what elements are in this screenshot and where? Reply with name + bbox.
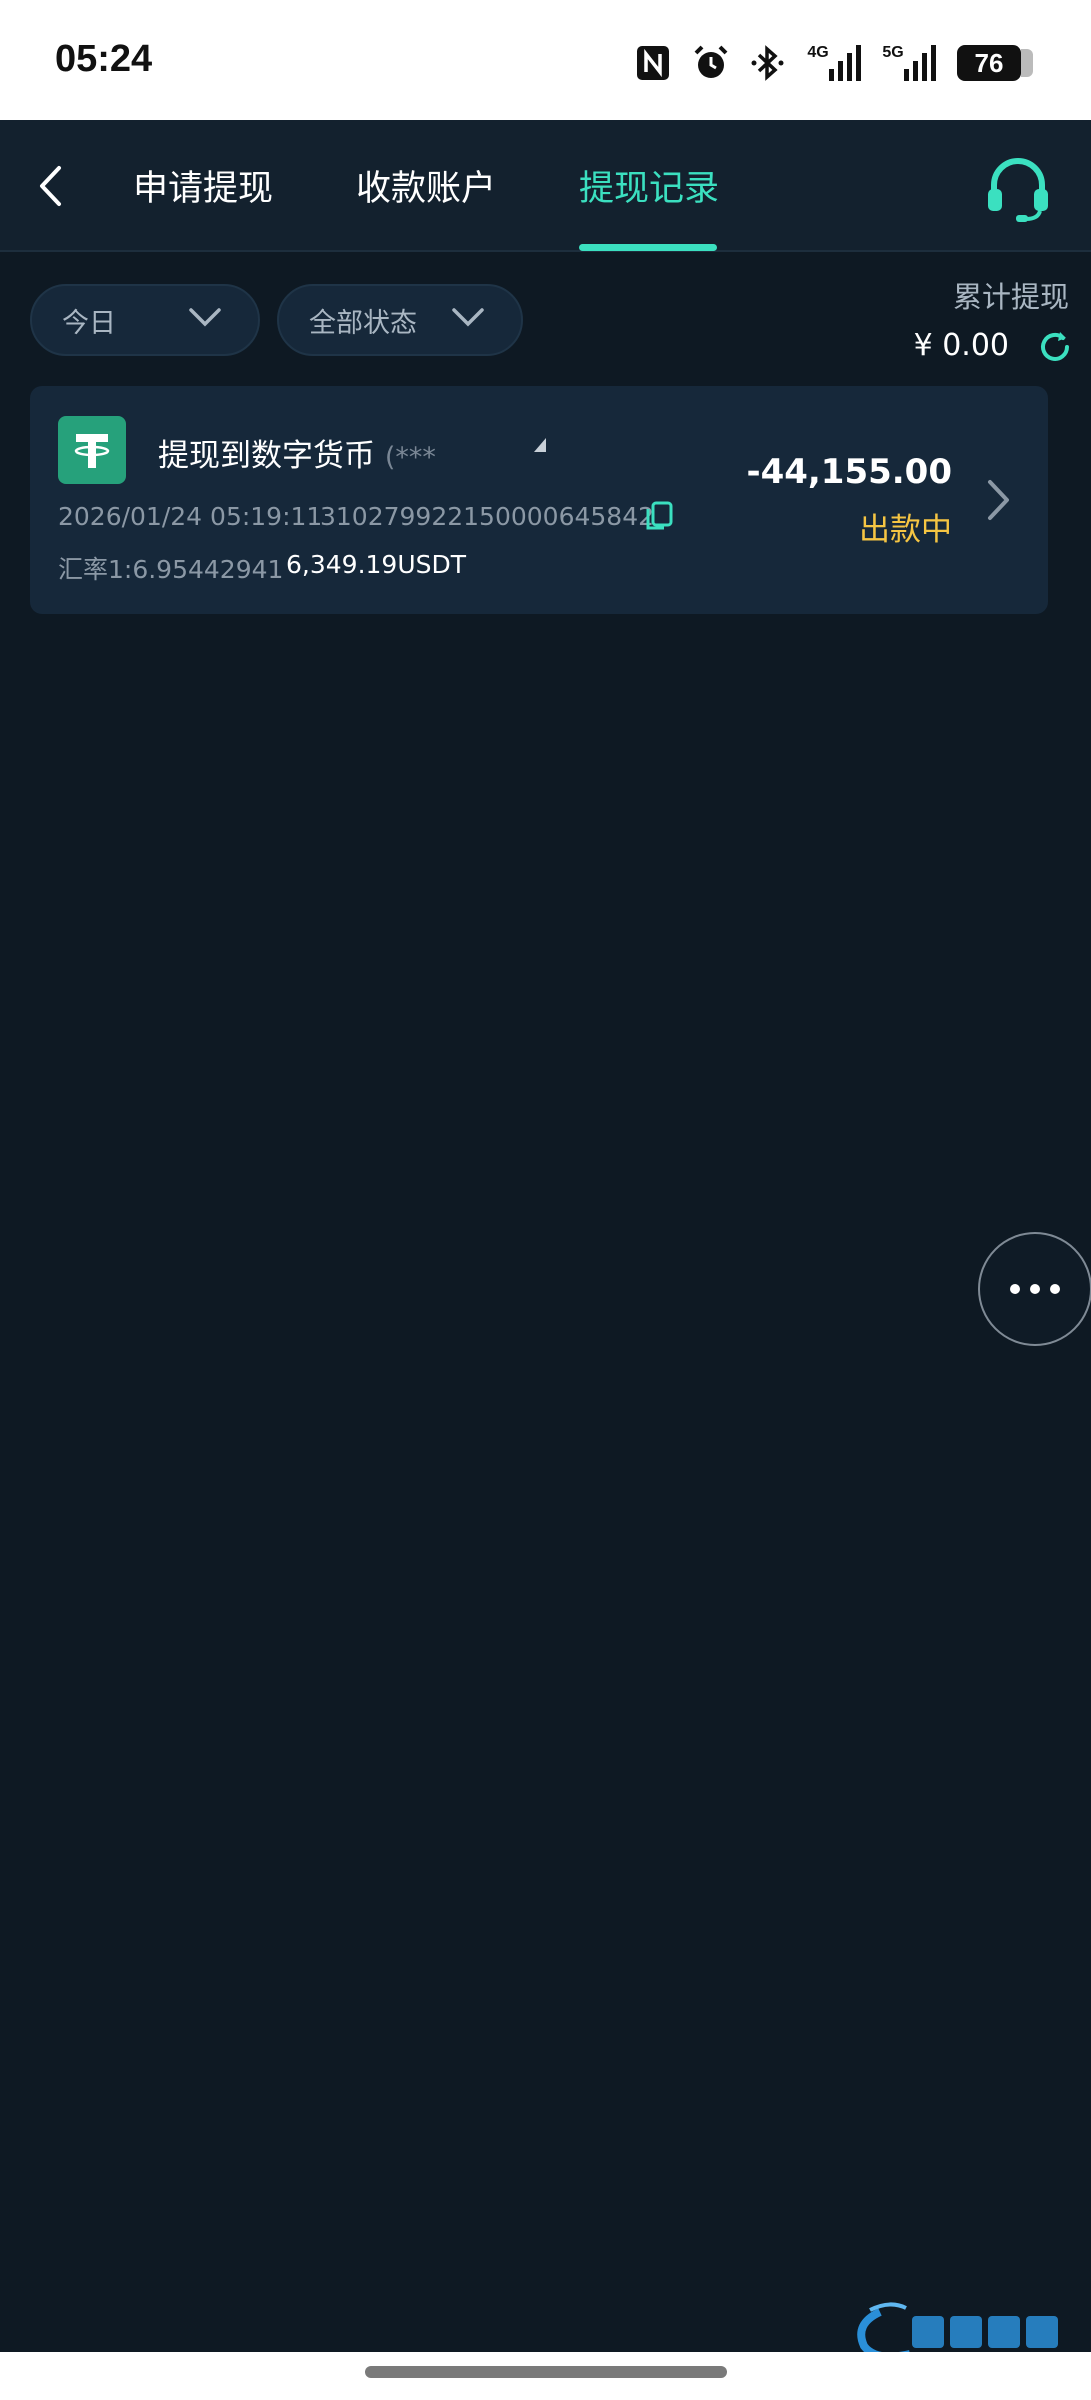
tab-receiving-account[interactable]: 收款账户 <box>356 160 496 211</box>
date-filter-label: 今日 <box>62 307 116 339</box>
usdt-amount: 6,349.19USDT <box>286 550 467 579</box>
more-dot <box>1010 1284 1020 1294</box>
header-tabs: 申请提现 收款账户 提现记录 <box>0 120 1091 252</box>
customer-service-button[interactable] <box>982 153 1054 225</box>
tab-withdraw-records[interactable]: 提现记录 <box>579 160 719 211</box>
withdraw-record-card[interactable]: 提现到数字货币 (*** 2026/01/24 05:19:11 3102799… <box>30 386 1048 614</box>
status-bar: 05:24 4G 5G 76 <box>0 0 1091 120</box>
total-withdraw-amount: ¥ 0.00 <box>913 328 1009 363</box>
status-filter-dropdown[interactable]: 全部状态 <box>277 284 523 356</box>
system-nav-bar <box>0 2352 1091 2400</box>
date-filter-dropdown[interactable]: 今日 <box>30 284 260 356</box>
record-datetime: 2026/01/24 05:19:11 <box>58 502 323 531</box>
signal-4g-icon: 4G <box>807 44 861 82</box>
copy-icon[interactable] <box>644 500 674 532</box>
chevron-right-icon <box>988 480 1009 520</box>
tab-apply-withdraw[interactable]: 申请提现 <box>133 160 273 211</box>
record-status: 出款中 <box>859 512 952 548</box>
more-dot <box>1050 1284 1060 1294</box>
tether-icon <box>58 416 126 484</box>
refresh-icon <box>1041 332 1069 361</box>
record-title-text: 提现到数字货币 <box>158 438 375 474</box>
status-icons: 4G 5G 76 <box>633 44 1033 82</box>
chevron-down-icon <box>452 308 484 327</box>
home-indicator[interactable] <box>365 2366 727 2378</box>
chevron-left-icon <box>40 166 61 206</box>
signal-5g-icon: 5G <box>879 44 939 82</box>
battery-icon: 76 <box>957 45 1033 81</box>
bluetooth-icon <box>749 44 789 82</box>
record-title: 提现到数字货币 (*** <box>158 430 436 475</box>
refresh-button[interactable] <box>1036 328 1074 366</box>
mask-marker <box>534 438 546 452</box>
masked-account: (*** <box>384 442 436 473</box>
headset-icon <box>988 158 1048 222</box>
total-withdraw-label: 累计提现 <box>952 280 1069 314</box>
record-amount: -44,155.00 <box>746 452 952 492</box>
chevron-down-icon <box>189 308 221 327</box>
alarm-icon <box>691 44 731 82</box>
nfc-icon <box>633 44 673 82</box>
record-order-number: 310279922150000645842 <box>320 502 655 531</box>
status-filter-label: 全部状态 <box>309 307 417 339</box>
exchange-rate: 汇率1:6.95442941 <box>58 555 284 584</box>
more-dot <box>1030 1284 1040 1294</box>
active-tab-indicator <box>579 244 717 251</box>
back-button[interactable] <box>22 158 78 214</box>
more-options-button[interactable] <box>978 1232 1091 1346</box>
status-time: 05:24 <box>55 38 153 80</box>
